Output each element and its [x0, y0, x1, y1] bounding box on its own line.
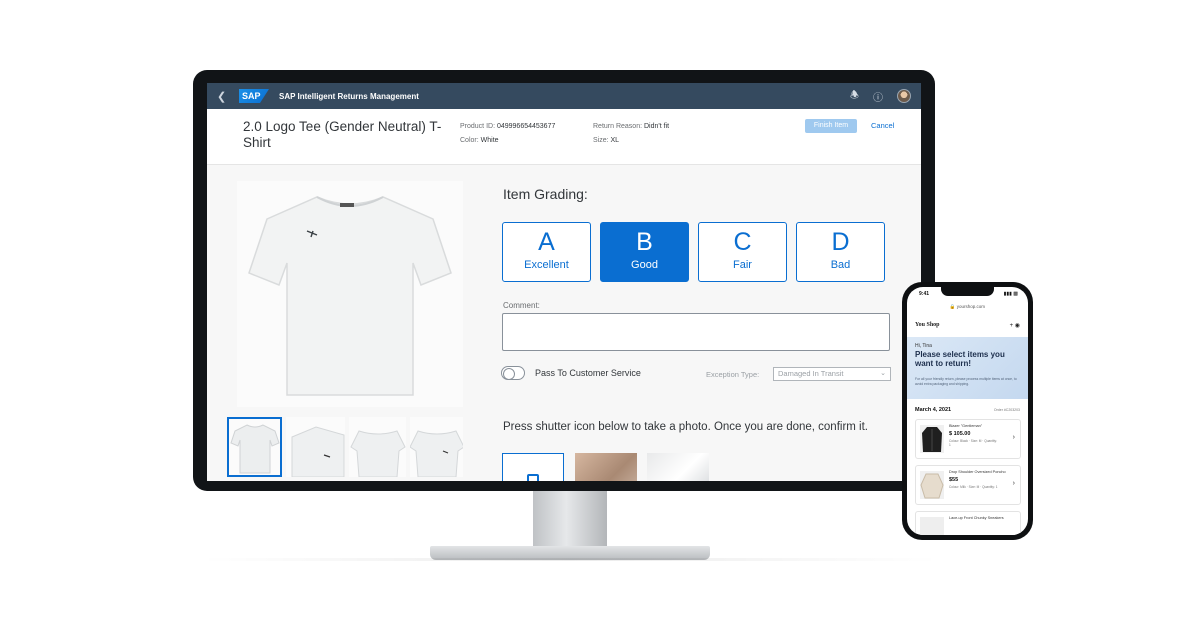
item-meta: Colour: Black · Size: M · Quantity: 1 — [949, 439, 998, 447]
exception-type-label: Exception Type: — [706, 370, 760, 379]
grade-a-button[interactable]: A Excellent — [502, 222, 591, 282]
camera-shutter-button[interactable] — [502, 453, 564, 481]
chevron-left-icon[interactable]: ❮ — [217, 90, 231, 103]
help-icon[interactable]: ⓘ — [873, 89, 883, 104]
tshirt-image — [248, 196, 452, 396]
grade-c-button[interactable]: C Fair — [698, 222, 787, 282]
color-attribute: Color: White — [460, 137, 499, 144]
thumbnail-model-front[interactable] — [409, 417, 463, 477]
grade-letter: B — [636, 228, 653, 256]
grade-b-button[interactable]: B Good — [600, 222, 689, 282]
shop-header-icons: + ◉ — [1010, 322, 1020, 329]
grade-word: Fair — [733, 259, 752, 271]
item-price: $55 — [949, 477, 959, 483]
thumbnail-detail[interactable] — [286, 417, 345, 477]
poncho-image — [920, 471, 944, 499]
hero-headline: Please select items you want to return! — [915, 350, 1005, 368]
finish-item-button[interactable]: Finish Item — [805, 119, 857, 133]
url-bar[interactable]: 🔒 yourshop.com — [907, 304, 1028, 310]
grade-letter: A — [538, 228, 555, 256]
app-title: SAP Intelligent Returns Management — [279, 91, 419, 101]
shell-bar: ❮ SAP SAP Intelligent Returns Management… — [207, 83, 921, 109]
comment-label: Comment: — [503, 301, 540, 310]
mobile-phone: 9:41 ▮▮▮ ▩ 🔒 yourshop.com You Shop + ◉ H… — [902, 282, 1033, 540]
captured-photo[interactable] — [575, 453, 637, 481]
monitor-stand — [533, 491, 607, 547]
grade-selector: A Excellent B Good C Fair D Bad — [502, 222, 885, 282]
desktop-screen: ❮ SAP SAP Intelligent Returns Management… — [207, 83, 921, 481]
chevron-right-icon: › — [1012, 480, 1015, 487]
grade-word: Bad — [830, 259, 851, 271]
item-price: $ 105.00 — [949, 431, 971, 437]
product-id-attribute: Product ID: 049996654453677 — [460, 123, 556, 130]
item-name: Lace-up Front Chunky Sneakers — [949, 516, 1004, 520]
exception-type-select[interactable]: Damaged In Transit ⌄ — [773, 367, 891, 381]
grade-word: Good — [631, 259, 658, 271]
shop-name: You Shop — [915, 322, 940, 328]
exception-type-value: Damaged In Transit — [778, 369, 844, 378]
greeting: Hi, Tina — [915, 343, 932, 349]
item-grading-panel: Item Grading: A Excellent B Good C Fair … — [207, 165, 921, 481]
hero-subtext: For all your friendly return, please pro… — [915, 377, 1017, 386]
thumbnail-model-back[interactable] — [349, 417, 406, 477]
order-date: March 4, 2021 — [915, 407, 952, 413]
return-item-card[interactable]: Lace-up Front Chunky Sneakers — [915, 511, 1021, 535]
item-grading-label: Item Grading: — [503, 186, 588, 202]
blazer-image — [920, 425, 944, 453]
phone-screen: 9:41 ▮▮▮ ▩ 🔒 yourshop.com You Shop + ◉ H… — [907, 287, 1028, 535]
thumbnail-front[interactable] — [227, 417, 283, 477]
item-meta: Colour: Milk · Size: M · Quantity: 1 — [949, 485, 998, 489]
size-attribute: Size: XL — [593, 137, 620, 144]
grade-d-button[interactable]: D Bad — [796, 222, 885, 282]
cancel-button[interactable]: Cancel — [871, 119, 894, 133]
pass-to-service-toggle[interactable] — [501, 366, 525, 380]
desktop-monitor: ❮ SAP SAP Intelligent Returns Management… — [193, 70, 935, 491]
chevron-down-icon: ⌄ — [880, 370, 886, 377]
product-photo — [237, 181, 463, 407]
photo-instruction: Press shutter icon below to take a photo… — [503, 421, 869, 433]
camera-icon — [527, 474, 539, 481]
grade-letter: C — [733, 228, 752, 256]
order-number: Order #C203203 — [993, 408, 1020, 412]
return-item-card[interactable]: Drop Shoulder Oversized Poncho $55 Colou… — [915, 465, 1021, 505]
sneakers-image — [920, 517, 944, 535]
bell-icon[interactable]: 🕭 — [850, 88, 859, 105]
page-title: 2.0 Logo Tee (Gender Neutral) T-Shirt — [243, 119, 442, 150]
signal-battery-icon: ▮▮▮ ▩ — [1003, 291, 1018, 297]
pass-to-service-label: Pass To Customer Service — [535, 368, 641, 378]
status-time: 9:41 — [919, 291, 930, 297]
grade-word: Excellent — [524, 259, 569, 271]
lock-icon: 🔒 — [949, 304, 956, 309]
chevron-right-icon: › — [1012, 434, 1015, 441]
comment-input[interactable] — [502, 313, 890, 351]
avatar[interactable] — [897, 89, 911, 103]
object-header: 2.0 Logo Tee (Gender Neutral) T-Shirt Pr… — [207, 109, 921, 165]
grade-letter: D — [831, 228, 850, 256]
return-reason-attribute: Return Reason: Didn't fit — [593, 123, 670, 130]
item-name: Blazer "Gentleman" — [949, 424, 983, 428]
captured-photo[interactable] — [647, 453, 709, 481]
sap-logo: SAP — [239, 89, 269, 103]
item-name: Drop Shoulder Oversized Poncho — [949, 470, 1006, 474]
add-icon[interactable]: + — [1010, 323, 1014, 329]
return-item-card[interactable]: Blazer "Gentleman" $ 105.00 Colour: Blac… — [915, 419, 1021, 459]
account-icon[interactable]: ◉ — [1015, 323, 1020, 329]
photo-thumbnails — [227, 417, 463, 477]
